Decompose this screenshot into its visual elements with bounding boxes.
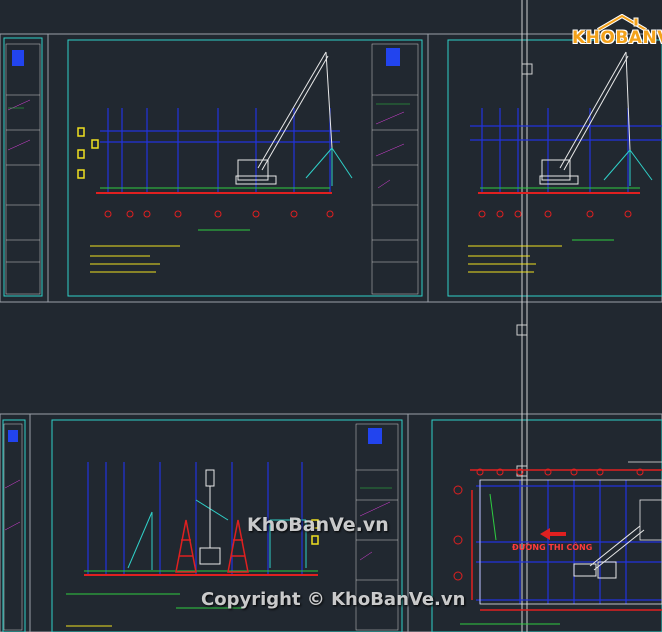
title-block-left-top bbox=[5, 43, 41, 295]
title-block-mid-top bbox=[371, 43, 419, 295]
left-arrow-icon bbox=[540, 528, 566, 540]
watermark-text: KhoBanVe.vn bbox=[247, 514, 389, 536]
elevation-drawing-top-middle bbox=[77, 51, 353, 273]
crane-plan-icon bbox=[573, 525, 645, 579]
route-label: ĐƯỜNG THI CÔNG bbox=[512, 543, 593, 552]
logo: KHOBANVE bbox=[566, 14, 662, 50]
title-block-left-bottom bbox=[3, 423, 23, 631]
copyright-text: Copyright © KhoBanVe.vn bbox=[201, 589, 466, 610]
logo-text: KHOBANVE bbox=[572, 28, 662, 48]
cad-drawing-canvas[interactable] bbox=[0, 0, 662, 632]
crosshair-cursor bbox=[516, 0, 533, 632]
elevation-drawing-top-right bbox=[468, 51, 662, 273]
